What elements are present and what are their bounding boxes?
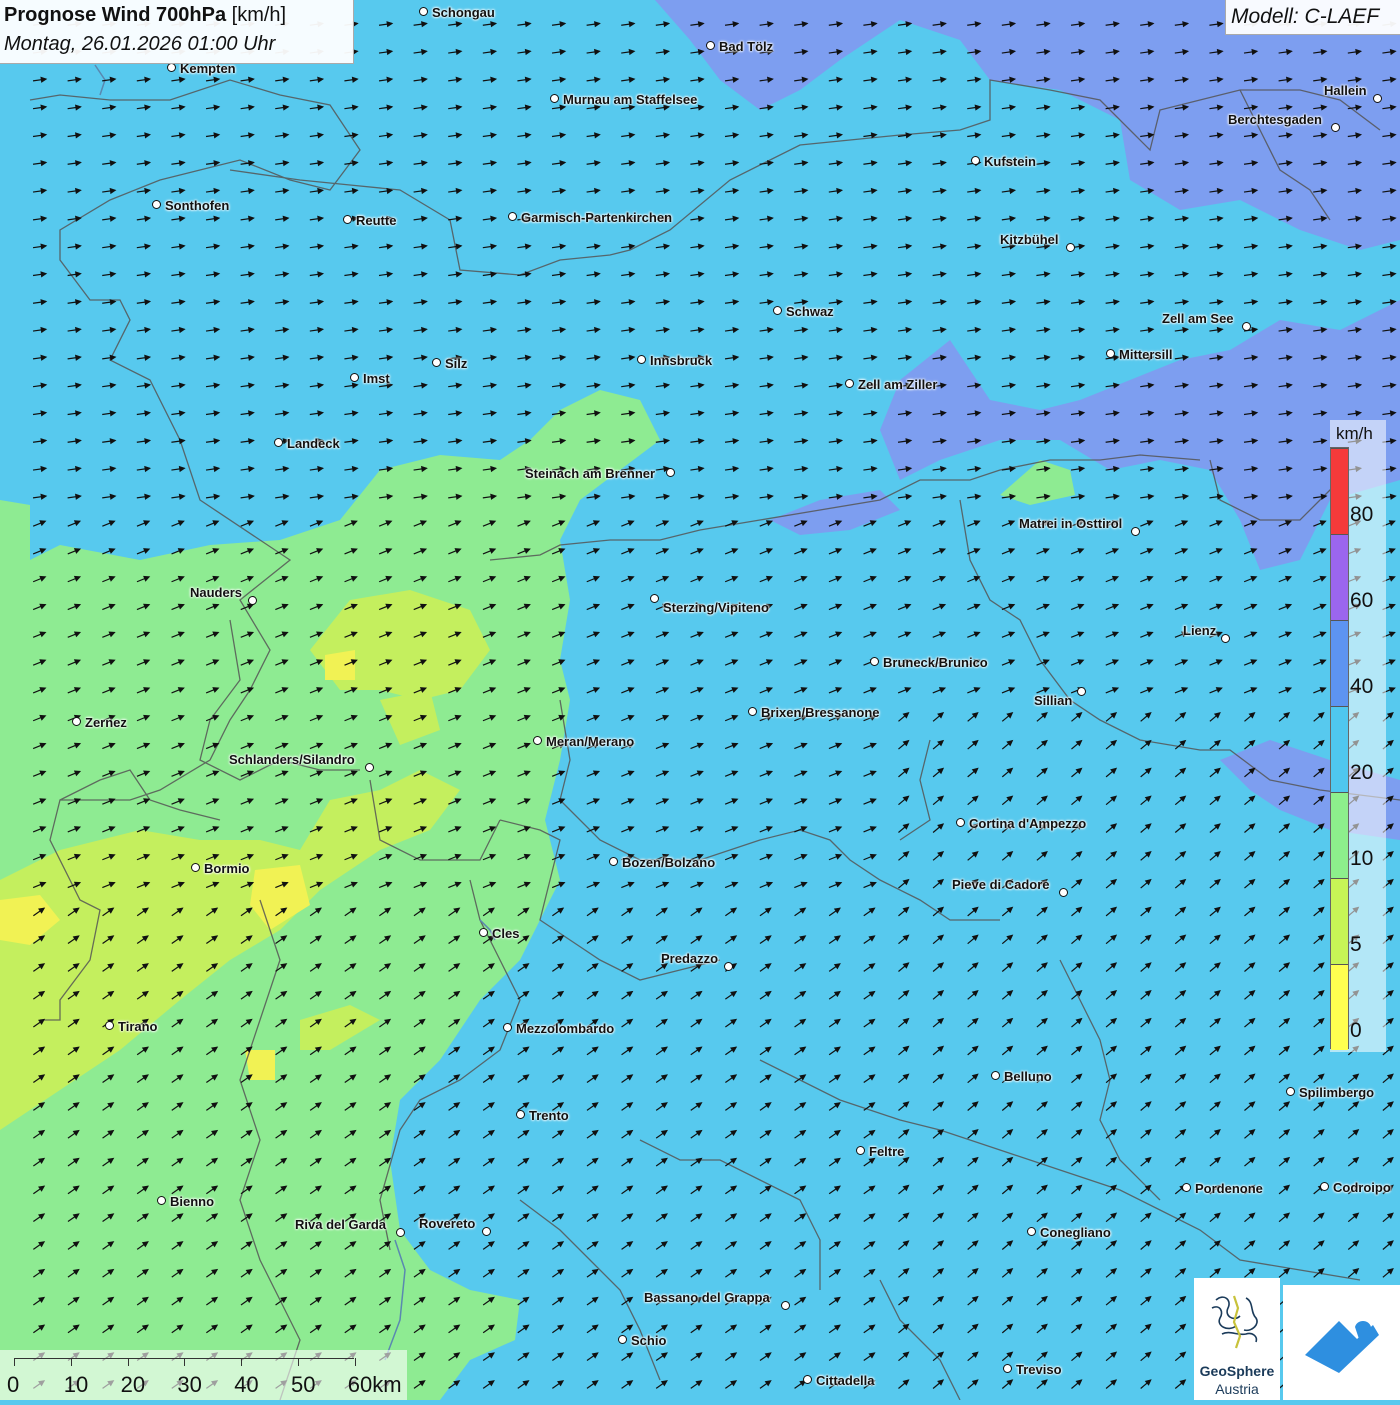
- scale-tick: [298, 1358, 299, 1366]
- legend-color-segment: [1331, 448, 1348, 534]
- scale-label: 50: [291, 1372, 316, 1397]
- map-title: Prognose Wind 700hPa [km/h]: [4, 4, 287, 26]
- geosphere-logo[interactable]: GeoSphere Austria: [1194, 1278, 1280, 1400]
- scale-label: 0: [7, 1372, 20, 1397]
- title-panel: Prognose Wind 700hPa [km/h] Montag, 26.0…: [0, 0, 354, 64]
- legend-tick-label: 10: [1350, 847, 1374, 870]
- legend-color-segment: [1331, 620, 1348, 706]
- legend-tick-label: 40: [1350, 675, 1374, 698]
- geosphere-emblem-icon: [1211, 1295, 1258, 1349]
- scale-tick: [354, 1358, 356, 1366]
- scale-tick: [14, 1358, 15, 1366]
- legend-tick-label: 20: [1350, 761, 1374, 784]
- scale-label: 20: [120, 1372, 146, 1397]
- wind-zone-0-5-c: [325, 650, 355, 680]
- scale-label: 40: [234, 1372, 259, 1397]
- model-panel: Modell: C-LAEF: [1225, 0, 1400, 35]
- scale-tick: [184, 1358, 186, 1366]
- legend-tick-label: 5: [1350, 933, 1362, 956]
- scale-label: 10: [63, 1372, 89, 1397]
- legend-tick-label: 0: [1350, 1019, 1362, 1042]
- legend-color-segment: [1331, 534, 1348, 620]
- app-logo[interactable]: [1283, 1285, 1400, 1400]
- legend-colorbar: [1330, 447, 1349, 1050]
- legend-tick-label: 60: [1350, 589, 1374, 612]
- scale-label: 30: [177, 1372, 202, 1397]
- legend-color-segment: [1331, 792, 1348, 878]
- scale-bar: 0 10 20 30 40 50 60km: [0, 1350, 407, 1400]
- scale-tick: [127, 1358, 129, 1366]
- geosphere-country: Austria: [1215, 1381, 1259, 1397]
- model-name: Modell: C-LAEF: [1231, 5, 1380, 28]
- weather-app-icon: [1305, 1321, 1379, 1373]
- legend-unit: km/h: [1336, 424, 1373, 443]
- legend-color-segment: [1331, 878, 1348, 964]
- legend-color-segment: [1331, 964, 1348, 1050]
- forecast-date: Montag, 26.01.2026 01:00 Uhr: [4, 33, 276, 55]
- scale-label: 60km: [347, 1372, 402, 1397]
- geosphere-name: GeoSphere: [1199, 1363, 1275, 1379]
- scale-tick: [70, 1358, 72, 1366]
- legend-tick-label: 80: [1350, 503, 1374, 526]
- scale-tick: [241, 1358, 243, 1366]
- color-legend: km/h 0 5 10 20 40 60 80: [1330, 420, 1386, 1052]
- legend-color-segment: [1331, 706, 1348, 792]
